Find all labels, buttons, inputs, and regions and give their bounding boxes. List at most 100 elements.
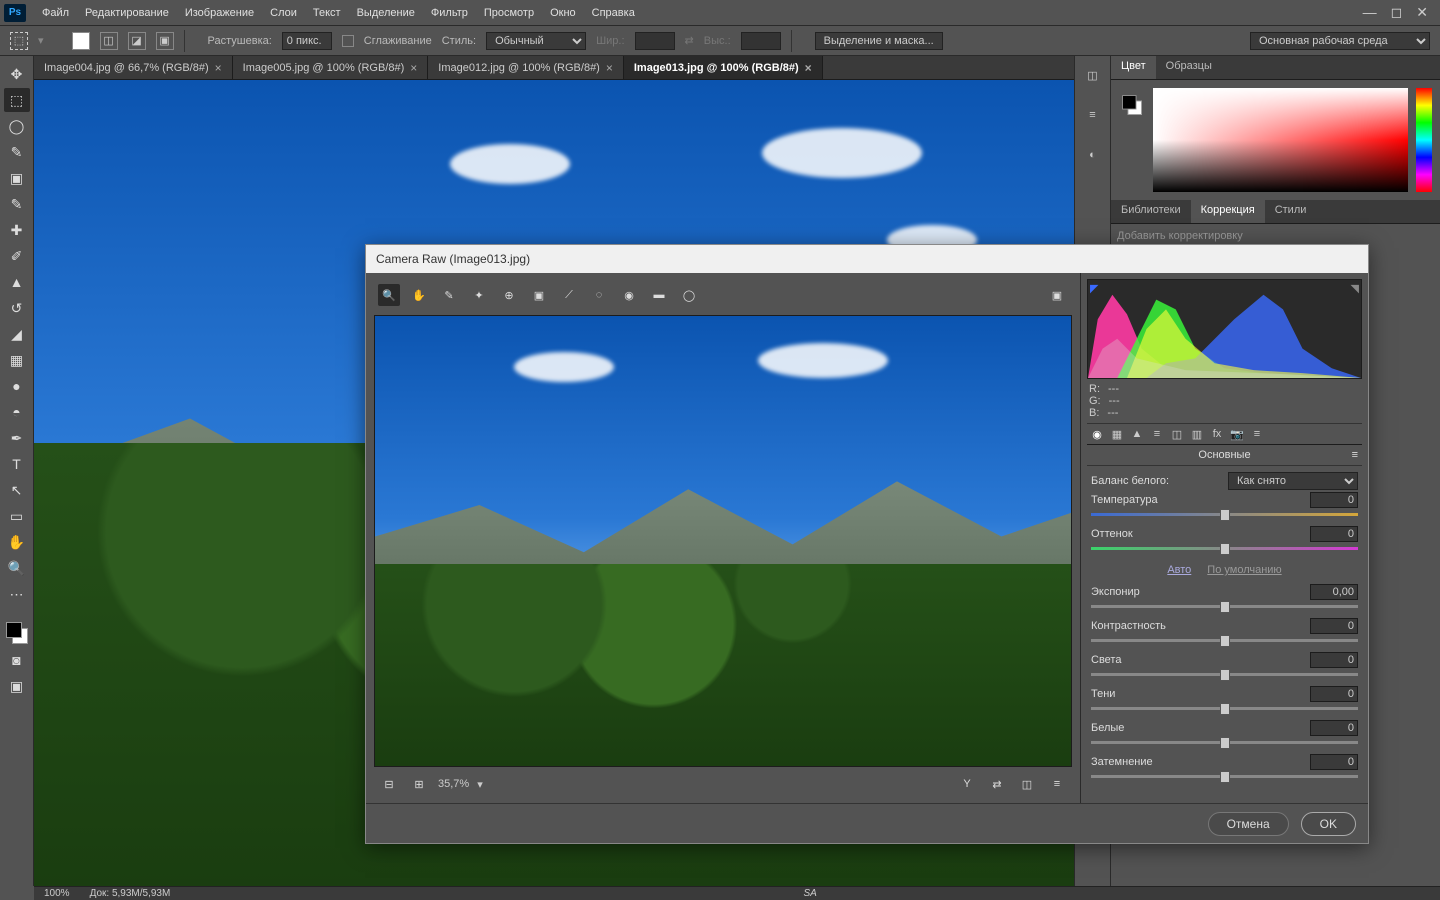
slider-value[interactable]: 0	[1310, 526, 1358, 542]
cr-zoom-tool-icon[interactable]: 🔍	[378, 284, 400, 306]
ok-button[interactable]: OK	[1301, 812, 1356, 836]
menu-text[interactable]: Текст	[305, 4, 349, 22]
menu-view[interactable]: Просмотр	[476, 4, 542, 22]
cr-wb-tool-icon[interactable]: ✎	[438, 284, 460, 306]
close-tab-icon[interactable]: ×	[410, 61, 417, 75]
cr-zoom-value[interactable]: 35,7%	[438, 778, 469, 790]
cr-target-adjust-icon[interactable]: ⊕	[498, 284, 520, 306]
slider-value[interactable]: 0	[1310, 720, 1358, 736]
zoom-level[interactable]: 100%	[44, 888, 70, 899]
styles-tab[interactable]: Стили	[1265, 200, 1317, 223]
chevron-down-icon[interactable]: ▾	[477, 778, 483, 791]
slider-value[interactable]: 0	[1310, 686, 1358, 702]
quick-mask-icon[interactable]: ◙	[4, 648, 30, 672]
menu-edit[interactable]: Редактирование	[77, 4, 177, 22]
edit-toolbar-icon[interactable]: ⋯	[4, 582, 30, 606]
stamp-tool-icon[interactable]: ▲	[4, 270, 30, 294]
slider-value[interactable]: 0,00	[1310, 584, 1358, 600]
slider-value[interactable]: 0	[1310, 652, 1358, 668]
cr-straighten-icon[interactable]: ⟋	[558, 284, 580, 306]
close-tab-icon[interactable]: ×	[606, 61, 613, 75]
cr-spot-removal-icon[interactable]: ◌	[588, 284, 610, 306]
minimize-icon[interactable]: ―	[1363, 4, 1377, 21]
style-select[interactable]: Обычный	[486, 32, 586, 50]
add-selection-icon[interactable]: ◫	[100, 32, 118, 50]
adjustments-panel-icon[interactable]: ◐	[1082, 144, 1104, 166]
cr-swap-icon[interactable]: ⇄	[986, 773, 1008, 795]
lens-tab-icon[interactable]: ▥	[1189, 426, 1205, 442]
menu-layers[interactable]: Слои	[262, 4, 305, 22]
zoom-tool-icon[interactable]: 🔍	[4, 556, 30, 580]
cr-preferences-icon[interactable]: ▣	[1046, 284, 1068, 306]
cr-adjust-brush-icon[interactable]: ▬	[648, 284, 670, 306]
slider-value[interactable]: 0	[1310, 492, 1358, 508]
shadow-clip-icon[interactable]: ◤	[1090, 282, 1098, 295]
cr-crop-tool-icon[interactable]: ▣	[528, 284, 550, 306]
camera-tab-icon[interactable]: 📷	[1229, 426, 1245, 442]
menu-select[interactable]: Выделение	[349, 4, 423, 22]
slider-белые[interactable]	[1091, 738, 1358, 748]
maximize-icon[interactable]: ◻	[1391, 4, 1403, 21]
basic-tab-icon[interactable]: ◉	[1089, 426, 1105, 442]
lasso-tool-icon[interactable]: ◯	[4, 114, 30, 138]
document-tab[interactable]: Image012.jpg @ 100% (RGB/8#)×	[428, 56, 624, 79]
cr-grad-filter-icon[interactable]: ◯	[678, 284, 700, 306]
menu-filter[interactable]: Фильтр	[423, 4, 476, 22]
eraser-tool-icon[interactable]: ◢	[4, 322, 30, 346]
fx-tab-icon[interactable]: fx	[1209, 426, 1225, 442]
pen-tool-icon[interactable]: ✒	[4, 426, 30, 450]
eyedropper-tool-icon[interactable]: ✎	[4, 192, 30, 216]
slider-затемнение[interactable]	[1091, 772, 1358, 782]
slider-света[interactable]	[1091, 670, 1358, 680]
new-selection-icon[interactable]	[72, 32, 90, 50]
slider-температура[interactable]	[1091, 510, 1358, 520]
corrections-tab[interactable]: Коррекция	[1191, 200, 1265, 223]
slider-оттенок[interactable]	[1091, 544, 1358, 554]
document-tab[interactable]: Image005.jpg @ 100% (RGB/8#)×	[233, 56, 429, 79]
history-brush-tool-icon[interactable]: ↺	[4, 296, 30, 320]
slider-тени[interactable]	[1091, 704, 1358, 714]
detail-tab-icon[interactable]: ▲	[1129, 426, 1145, 442]
close-icon[interactable]: ✕	[1416, 4, 1428, 21]
select-and-mask-button[interactable]: Выделение и маска...	[815, 32, 943, 50]
fg-color-mini[interactable]	[1122, 95, 1136, 109]
quick-select-tool-icon[interactable]: ✎	[4, 140, 30, 164]
presets-tab-icon[interactable]: ≡	[1249, 426, 1265, 442]
menu-image[interactable]: Изображение	[177, 4, 262, 22]
marquee-tool-icon[interactable]: ⬚	[4, 88, 30, 112]
fg-bg-swatch[interactable]	[4, 620, 30, 646]
cr-redeye-icon[interactable]: ◉	[618, 284, 640, 306]
subtract-selection-icon[interactable]: ◪	[128, 32, 146, 50]
menu-file[interactable]: Файл	[34, 4, 77, 22]
healing-tool-icon[interactable]: ✚	[4, 218, 30, 242]
menu-help[interactable]: Справка	[584, 4, 643, 22]
type-tool-icon[interactable]: T	[4, 452, 30, 476]
cancel-button[interactable]: Отмена	[1208, 812, 1289, 836]
hsl-tab-icon[interactable]: ≡	[1149, 426, 1165, 442]
cr-zoom-out-icon[interactable]: ⊟	[378, 773, 400, 795]
cr-before-after-icon[interactable]: Y	[956, 773, 978, 795]
libraries-tab[interactable]: Библиотеки	[1111, 200, 1191, 223]
curve-tab-icon[interactable]: ▦	[1109, 426, 1125, 442]
panel-menu-icon[interactable]: ≡	[1352, 449, 1358, 461]
close-tab-icon[interactable]: ×	[215, 61, 222, 75]
shape-tool-icon[interactable]: ▭	[4, 504, 30, 528]
cr-color-sampler-icon[interactable]: ✦	[468, 284, 490, 306]
fg-color-swatch[interactable]	[6, 622, 22, 638]
intersect-selection-icon[interactable]: ▣	[156, 32, 174, 50]
wb-select[interactable]: Как снято	[1228, 472, 1358, 490]
menu-window[interactable]: Окно	[542, 4, 584, 22]
hue-slider[interactable]	[1416, 88, 1432, 192]
cr-toggle-icon[interactable]: ≡	[1046, 773, 1068, 795]
color-field[interactable]	[1153, 88, 1408, 192]
split-tab-icon[interactable]: ◫	[1169, 426, 1185, 442]
feather-input[interactable]	[282, 32, 332, 50]
document-tab[interactable]: Image013.jpg @ 100% (RGB/8#)×	[624, 56, 823, 79]
hand-tool-icon[interactable]: ✋	[4, 530, 30, 554]
crop-tool-icon[interactable]: ▣	[4, 166, 30, 190]
cr-preview[interactable]	[374, 315, 1072, 767]
cr-hand-tool-icon[interactable]: ✋	[408, 284, 430, 306]
cr-zoom-in-icon[interactable]: ⊞	[408, 773, 430, 795]
cr-copy-icon[interactable]: ◫	[1016, 773, 1038, 795]
dodge-tool-icon[interactable]: ◓	[4, 400, 30, 424]
